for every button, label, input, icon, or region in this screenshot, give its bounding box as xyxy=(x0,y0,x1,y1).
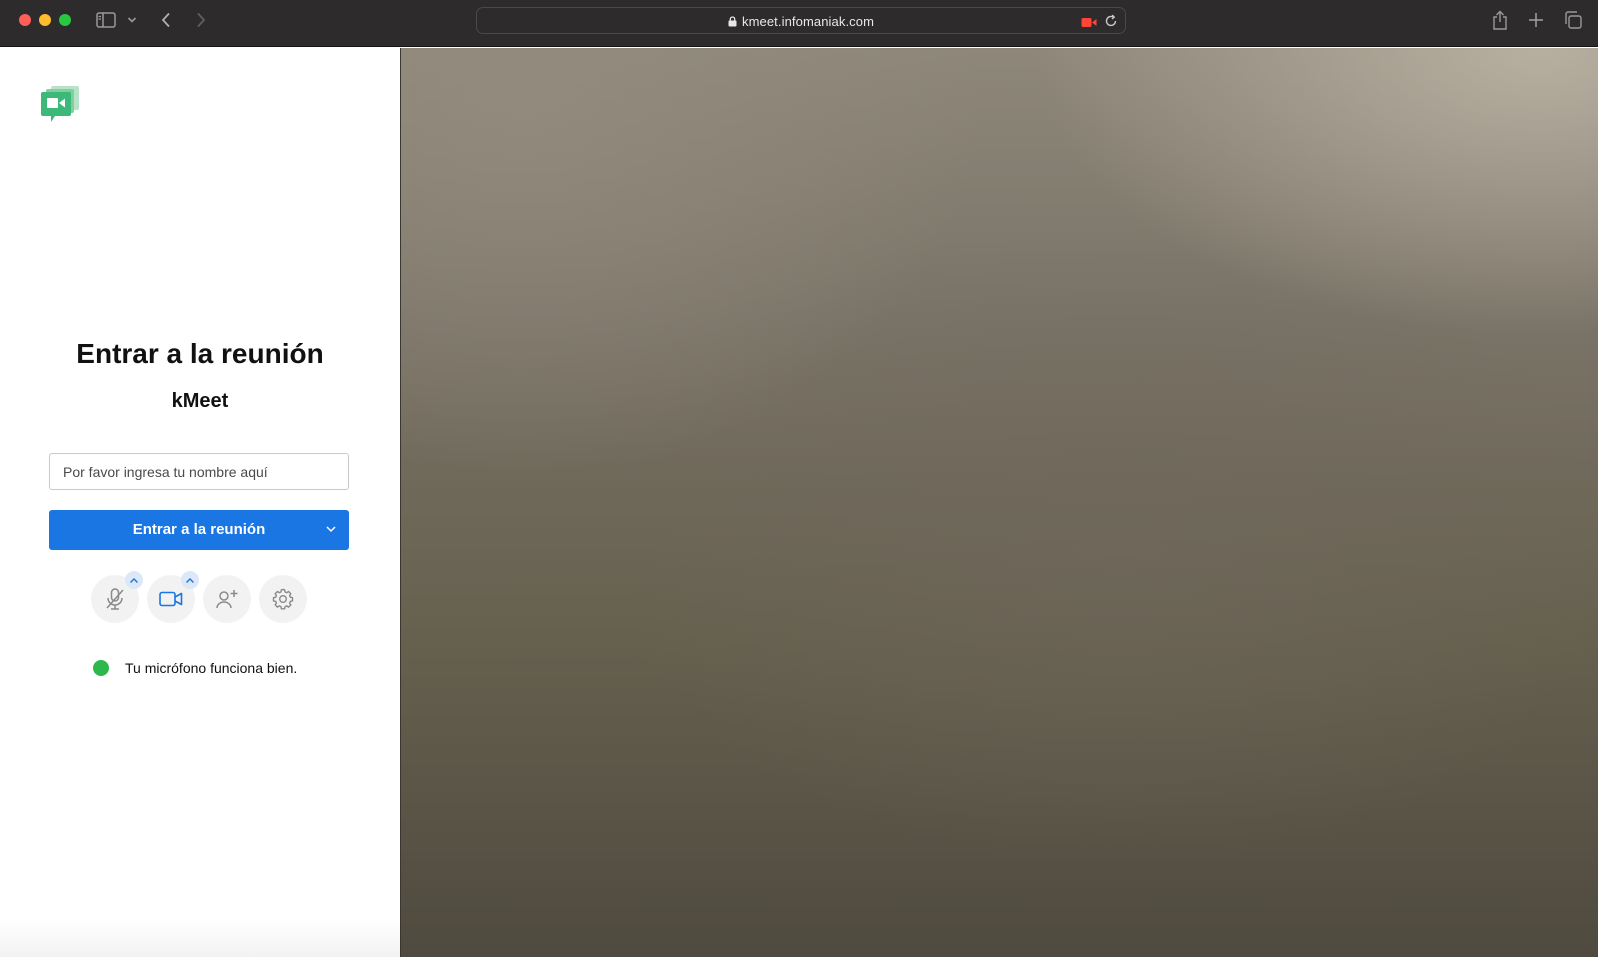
join-meeting-button[interactable]: Entrar a la reunión xyxy=(49,510,349,550)
lock-icon xyxy=(728,15,737,30)
chevron-up-icon xyxy=(186,577,194,583)
page-title: Entrar a la reunión xyxy=(76,338,324,369)
microphone-status-text: Tu micrófono funciona bien. xyxy=(125,660,298,676)
forward-icon[interactable] xyxy=(193,11,209,29)
camera-in-use-icon[interactable] xyxy=(1081,15,1097,33)
camera-options-button[interactable] xyxy=(181,571,199,589)
url-text: kmeet.infomaniak.com xyxy=(741,14,875,29)
add-person-icon xyxy=(216,590,238,609)
new-tab-icon[interactable] xyxy=(1527,11,1545,29)
share-icon[interactable] xyxy=(1491,10,1509,30)
name-input[interactable] xyxy=(49,453,349,490)
camera-preview xyxy=(400,48,1598,957)
invite-button[interactable] xyxy=(203,575,251,623)
join-meeting-label: Entrar a la reunión xyxy=(132,521,266,538)
browser-toolbar: kmeet.infomaniak.com xyxy=(0,0,1598,47)
room-name: kMeet xyxy=(171,390,229,412)
reload-icon[interactable] xyxy=(1104,14,1118,33)
gear-icon xyxy=(272,588,294,610)
address-bar[interactable]: kmeet.infomaniak.com xyxy=(476,7,1126,34)
microphone-status: Tu micrófono funciona bien. xyxy=(93,658,297,678)
video-camera-icon xyxy=(159,591,183,607)
chevron-up-icon xyxy=(130,577,138,583)
microphone-muted-icon xyxy=(106,588,124,610)
settings-button[interactable] xyxy=(259,575,307,623)
status-indicator xyxy=(93,660,109,676)
chevron-down-icon[interactable] xyxy=(126,13,138,27)
kmeet-logo xyxy=(41,86,81,126)
sidebar-toggle-icon[interactable] xyxy=(95,11,117,29)
back-icon[interactable] xyxy=(158,11,174,29)
chevron-down-icon[interactable] xyxy=(325,523,337,538)
window-minimize-button[interactable] xyxy=(39,14,51,26)
tab-overview-icon[interactable] xyxy=(1563,11,1583,29)
join-panel: Entrar a la reunión kMeet Entrar a la re… xyxy=(0,48,400,957)
window-close-button[interactable] xyxy=(19,14,31,26)
window-maximize-button[interactable] xyxy=(59,14,71,26)
camera-toggle-button[interactable] xyxy=(147,571,199,623)
microphone-toggle-button[interactable] xyxy=(91,571,143,623)
microphone-options-button[interactable] xyxy=(125,571,143,589)
